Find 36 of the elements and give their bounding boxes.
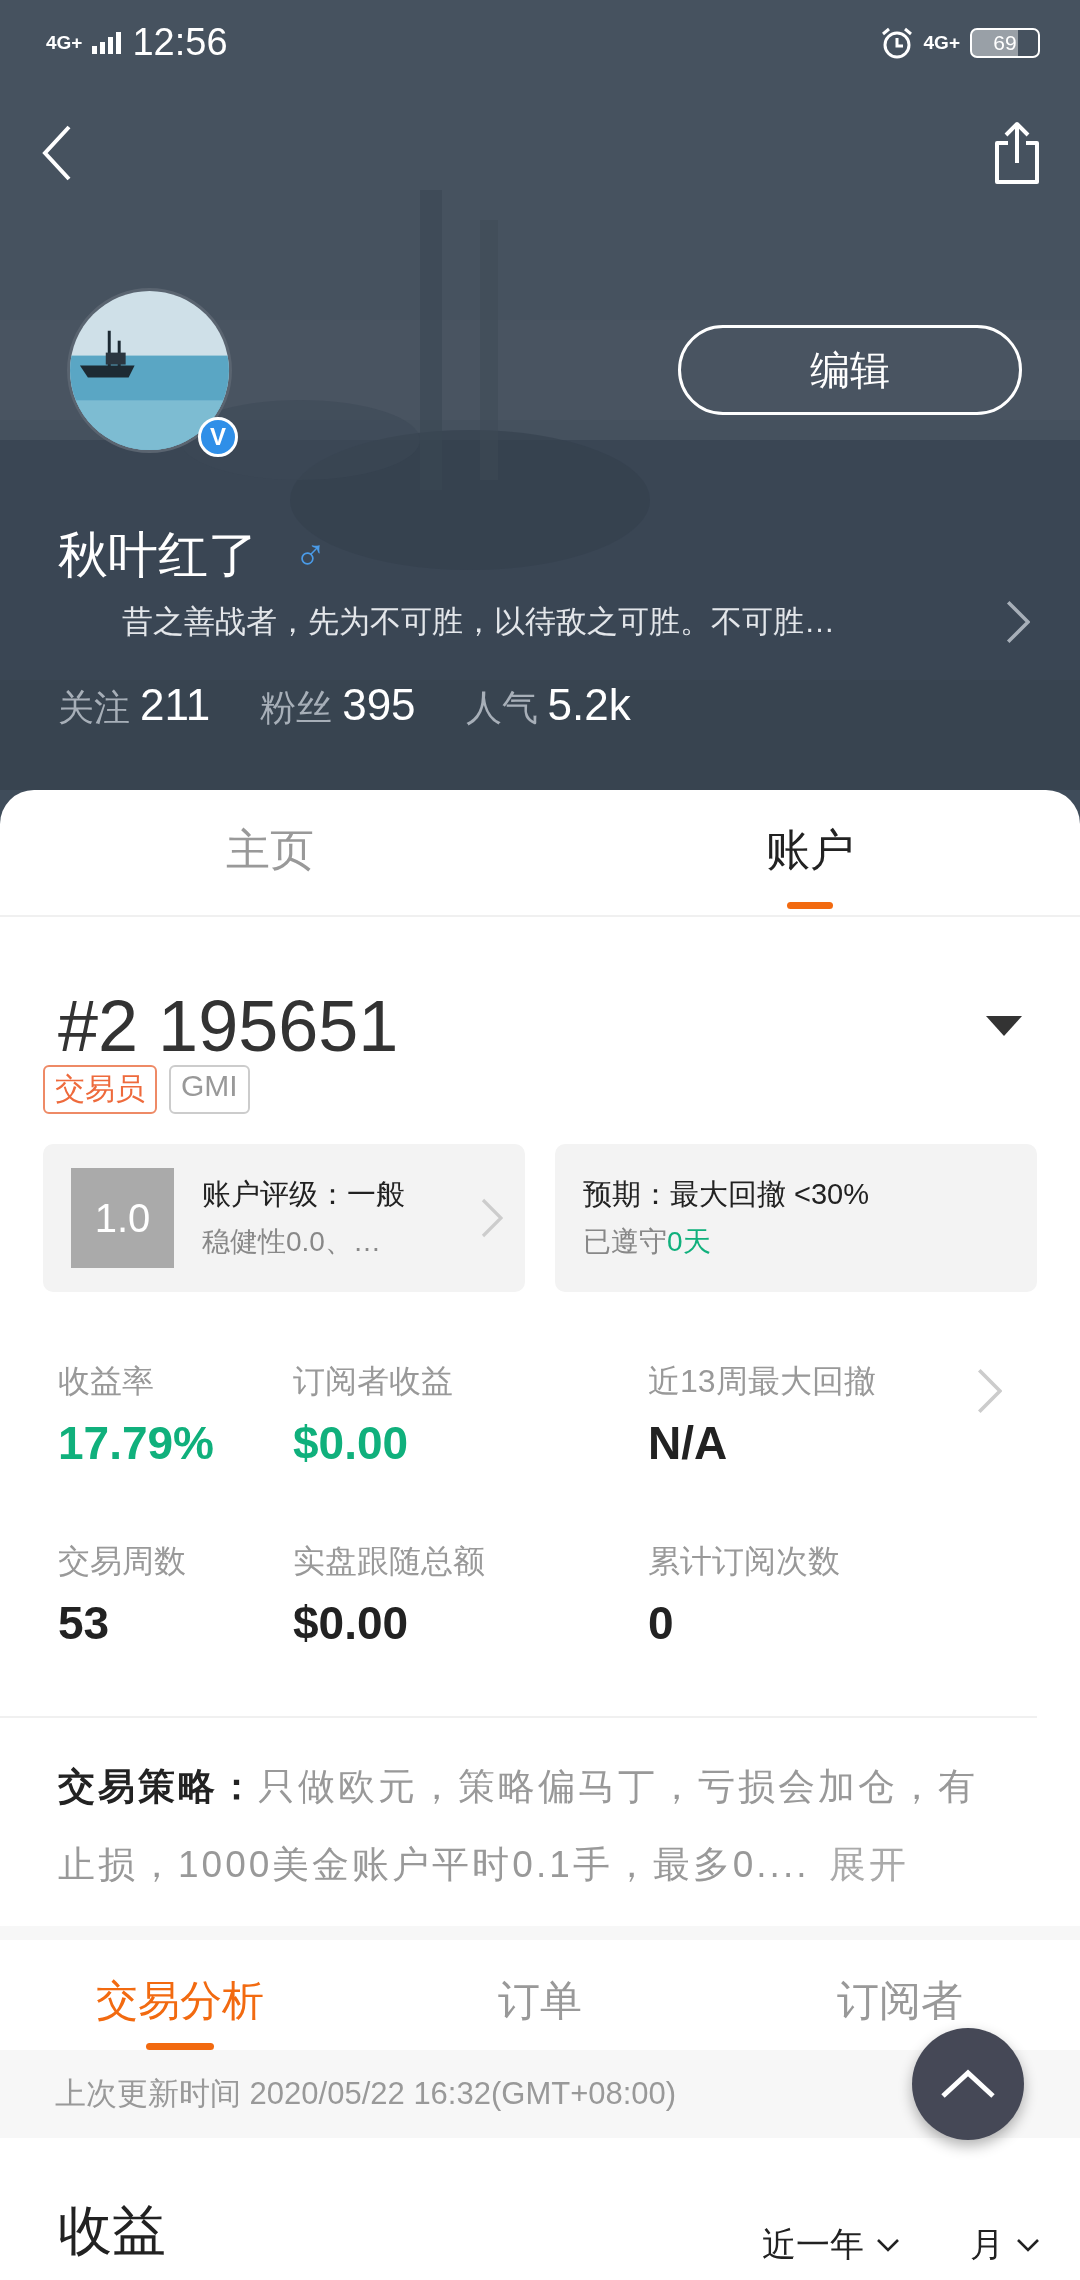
rating-card[interactable]: 1.0 账户评级：一般 稳健性0.0、… (43, 1144, 525, 1292)
filter-dropdown[interactable]: 月 (970, 2222, 1040, 2268)
account-number: #2 195651 (58, 985, 399, 1067)
metric-value: N/A (648, 1416, 729, 1470)
update-time: 上次更新时间 2020/05/22 16:32(GMT+08:00) (55, 2075, 677, 2113)
tab-underline (787, 901, 833, 909)
metric-value: $0.00 (293, 1596, 410, 1650)
metric-label: 近13周最大回撤 (648, 1362, 877, 1401)
rating-detail: 稳健性0.0、… (202, 1225, 382, 1259)
chevron-up-icon (940, 2069, 996, 2099)
rating-title: 账户评级：一般 (202, 1177, 406, 1212)
days-kept: 0天 (667, 1226, 711, 1257)
metric-value: 53 (58, 1596, 111, 1650)
metric-label: 累计订阅次数 (648, 1542, 841, 1581)
chevron-down-icon (876, 2238, 900, 2252)
chevron-right-icon (977, 1368, 1003, 1414)
strategy-text: 交易策略：只做欧元，策略偏马丁，亏损会加仓，有止损，1000美金账户平时0.1手，最多0.... 展开 (58, 1765, 979, 1887)
tab-underline (146, 2043, 214, 2050)
tab[interactable]: 账户 (766, 820, 854, 880)
expectation-title: 预期：最大回撤 <30% (583, 1177, 871, 1212)
metric-value: 0 (648, 1596, 675, 1650)
chevron-right-icon (481, 1198, 503, 1238)
tag: GMI (169, 1065, 250, 1114)
metric-label: 订阅者收益 (293, 1362, 454, 1401)
expectation-detail: 已遵守 (583, 1226, 667, 1257)
chevron-down-icon (1016, 2238, 1040, 2252)
metric-value: 17.79% (58, 1416, 215, 1470)
rating-score: 1.0 (71, 1168, 174, 1268)
filter-dropdown[interactable]: 近一年 (762, 2222, 900, 2268)
section-title: 收益 (58, 2199, 166, 2262)
metric-value: $0.00 (293, 1416, 410, 1470)
dropdown-icon[interactable] (986, 1016, 1022, 1036)
metric-label: 收益率 (58, 1362, 155, 1401)
metric-label: 实盘跟随总额 (293, 1542, 486, 1581)
tag: 交易员 (43, 1065, 157, 1114)
metric-label: 交易周数 (58, 1542, 187, 1581)
